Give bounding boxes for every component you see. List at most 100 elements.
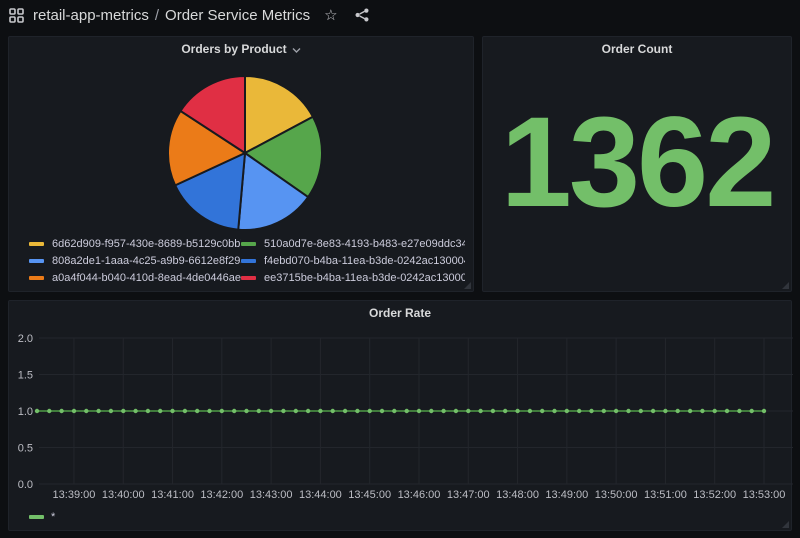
timeseries-legend-item[interactable]: * <box>29 511 55 523</box>
order-count-value: 1362 <box>501 99 774 227</box>
series-point <box>158 409 162 413</box>
y-axis-tick-label: 0.0 <box>18 479 33 491</box>
series-point <box>133 409 137 413</box>
series-point <box>170 409 174 413</box>
x-axis-tick-label: 13:43:00 <box>250 489 293 501</box>
panel-order-rate: Order Rate 2.01.51.00.50.013:39:0013:40:… <box>8 300 792 531</box>
series-point <box>454 409 458 413</box>
series-point <box>368 409 372 413</box>
x-axis-tick-label: 13:39:00 <box>53 489 96 501</box>
series-point <box>725 409 729 413</box>
x-axis-tick-label: 13:44:00 <box>299 489 342 501</box>
series-point <box>306 409 310 413</box>
series-point <box>121 409 125 413</box>
series-point <box>441 409 445 413</box>
series-color-swatch <box>29 259 44 263</box>
order-rate-chart: 2.01.51.00.50.013:39:0013:40:0013:41:001… <box>9 301 793 532</box>
share-icon[interactable] <box>354 7 370 23</box>
series-point <box>232 409 236 413</box>
series-label: 808a2de1-1aaa-4c25-a9b9-6612e8f29a38 <box>52 255 241 267</box>
series-point <box>355 409 359 413</box>
series-point <box>281 409 285 413</box>
y-axis-tick-label: 0.5 <box>18 443 33 455</box>
series-point <box>59 409 63 413</box>
series-point <box>269 409 273 413</box>
pie-chart <box>9 61 475 241</box>
panel-resize-handle[interactable] <box>464 282 471 289</box>
series-point <box>651 409 655 413</box>
series-color-swatch <box>241 259 256 263</box>
panel-order-count: Order Count 1362 <box>482 36 792 292</box>
series-point <box>737 409 741 413</box>
series-label: ee3715be-b4ba-11ea-b3de-0242ac130004 <box>264 272 465 284</box>
series-point <box>676 409 680 413</box>
series-point <box>146 409 150 413</box>
pie-legend: 6d62d909-f957-430e-8689-b5129c0bb75e 510a… <box>29 235 465 286</box>
series-point <box>392 409 396 413</box>
series-color-swatch <box>241 276 256 280</box>
series-point <box>540 409 544 413</box>
series-color-swatch <box>29 242 44 246</box>
panel-resize-handle[interactable] <box>782 282 789 289</box>
star-icon[interactable]: ☆ <box>324 8 337 23</box>
series-point <box>663 409 667 413</box>
series-point <box>713 409 717 413</box>
y-axis-tick-label: 1.0 <box>18 406 33 418</box>
series-point <box>688 409 692 413</box>
legend-item[interactable]: a0a4f044-b040-410d-8ead-4de0446aec7e <box>29 272 241 284</box>
series-color-swatch <box>29 515 44 519</box>
panel-title-order-count[interactable]: Order Count <box>483 37 791 61</box>
legend-item[interactable]: 6d62d909-f957-430e-8689-b5129c0bb75e <box>29 238 241 250</box>
breadcrumb-dashboard-name[interactable]: retail-app-metrics <box>33 7 149 24</box>
breadcrumb-page-title[interactable]: Order Service Metrics <box>165 7 310 24</box>
x-axis-tick-label: 13:51:00 <box>644 489 687 501</box>
series-point <box>491 409 495 413</box>
dashboards-grid-icon[interactable] <box>9 8 24 23</box>
panel-resize-handle[interactable] <box>782 521 789 528</box>
series-point <box>220 409 224 413</box>
series-point <box>528 409 532 413</box>
chevron-down-icon <box>292 47 301 54</box>
panel-title-text: Orders by Product <box>181 42 286 56</box>
panel-orders-by-product: Orders by Product 6d62d909-f957-430e-868… <box>8 36 474 292</box>
series-point <box>109 409 113 413</box>
legend-item[interactable]: f4ebd070-b4ba-11ea-b3de-0242ac130004 <box>241 255 465 267</box>
panel-title-text: Order Count <box>602 42 673 56</box>
series-point <box>466 409 470 413</box>
series-point <box>429 409 433 413</box>
panel-title-orders-by-product[interactable]: Orders by Product <box>9 37 473 61</box>
series-point <box>762 409 766 413</box>
x-axis-tick-label: 13:47:00 <box>447 489 490 501</box>
x-axis-tick-label: 13:40:00 <box>102 489 145 501</box>
series-point <box>47 409 51 413</box>
x-axis-tick-label: 13:42:00 <box>200 489 243 501</box>
legend-item[interactable]: 510a0d7e-8e83-4193-b483-e27e09ddc34d <box>241 238 465 250</box>
series-point <box>626 409 630 413</box>
legend-item[interactable]: 808a2de1-1aaa-4c25-a9b9-6612e8f29a38 <box>29 255 241 267</box>
series-point <box>257 409 261 413</box>
series-label: 510a0d7e-8e83-4193-b483-e27e09ddc34d <box>264 238 465 250</box>
series-label: a0a4f044-b040-410d-8ead-4de0446aec7e <box>52 272 241 284</box>
x-axis-tick-label: 13:53:00 <box>743 489 786 501</box>
y-axis-tick-label: 1.5 <box>18 370 33 382</box>
x-axis-tick-label: 13:48:00 <box>496 489 539 501</box>
series-point <box>602 409 606 413</box>
breadcrumb-separator: / <box>155 7 159 24</box>
series-point <box>750 409 754 413</box>
series-point <box>207 409 211 413</box>
x-axis-tick-label: 13:50:00 <box>595 489 638 501</box>
series-point <box>503 409 507 413</box>
series-point <box>700 409 704 413</box>
series-point <box>417 409 421 413</box>
series-color-swatch <box>241 242 256 246</box>
series-point <box>72 409 76 413</box>
series-label: f4ebd070-b4ba-11ea-b3de-0242ac130004 <box>264 255 465 267</box>
series-point <box>294 409 298 413</box>
legend-item[interactable]: ee3715be-b4ba-11ea-b3de-0242ac130004 <box>241 272 465 284</box>
series-point <box>515 409 519 413</box>
top-nav-bar: retail-app-metrics / Order Service Metri… <box>0 0 800 30</box>
series-point <box>552 409 556 413</box>
series-point <box>343 409 347 413</box>
series-point <box>96 409 100 413</box>
series-point <box>639 409 643 413</box>
